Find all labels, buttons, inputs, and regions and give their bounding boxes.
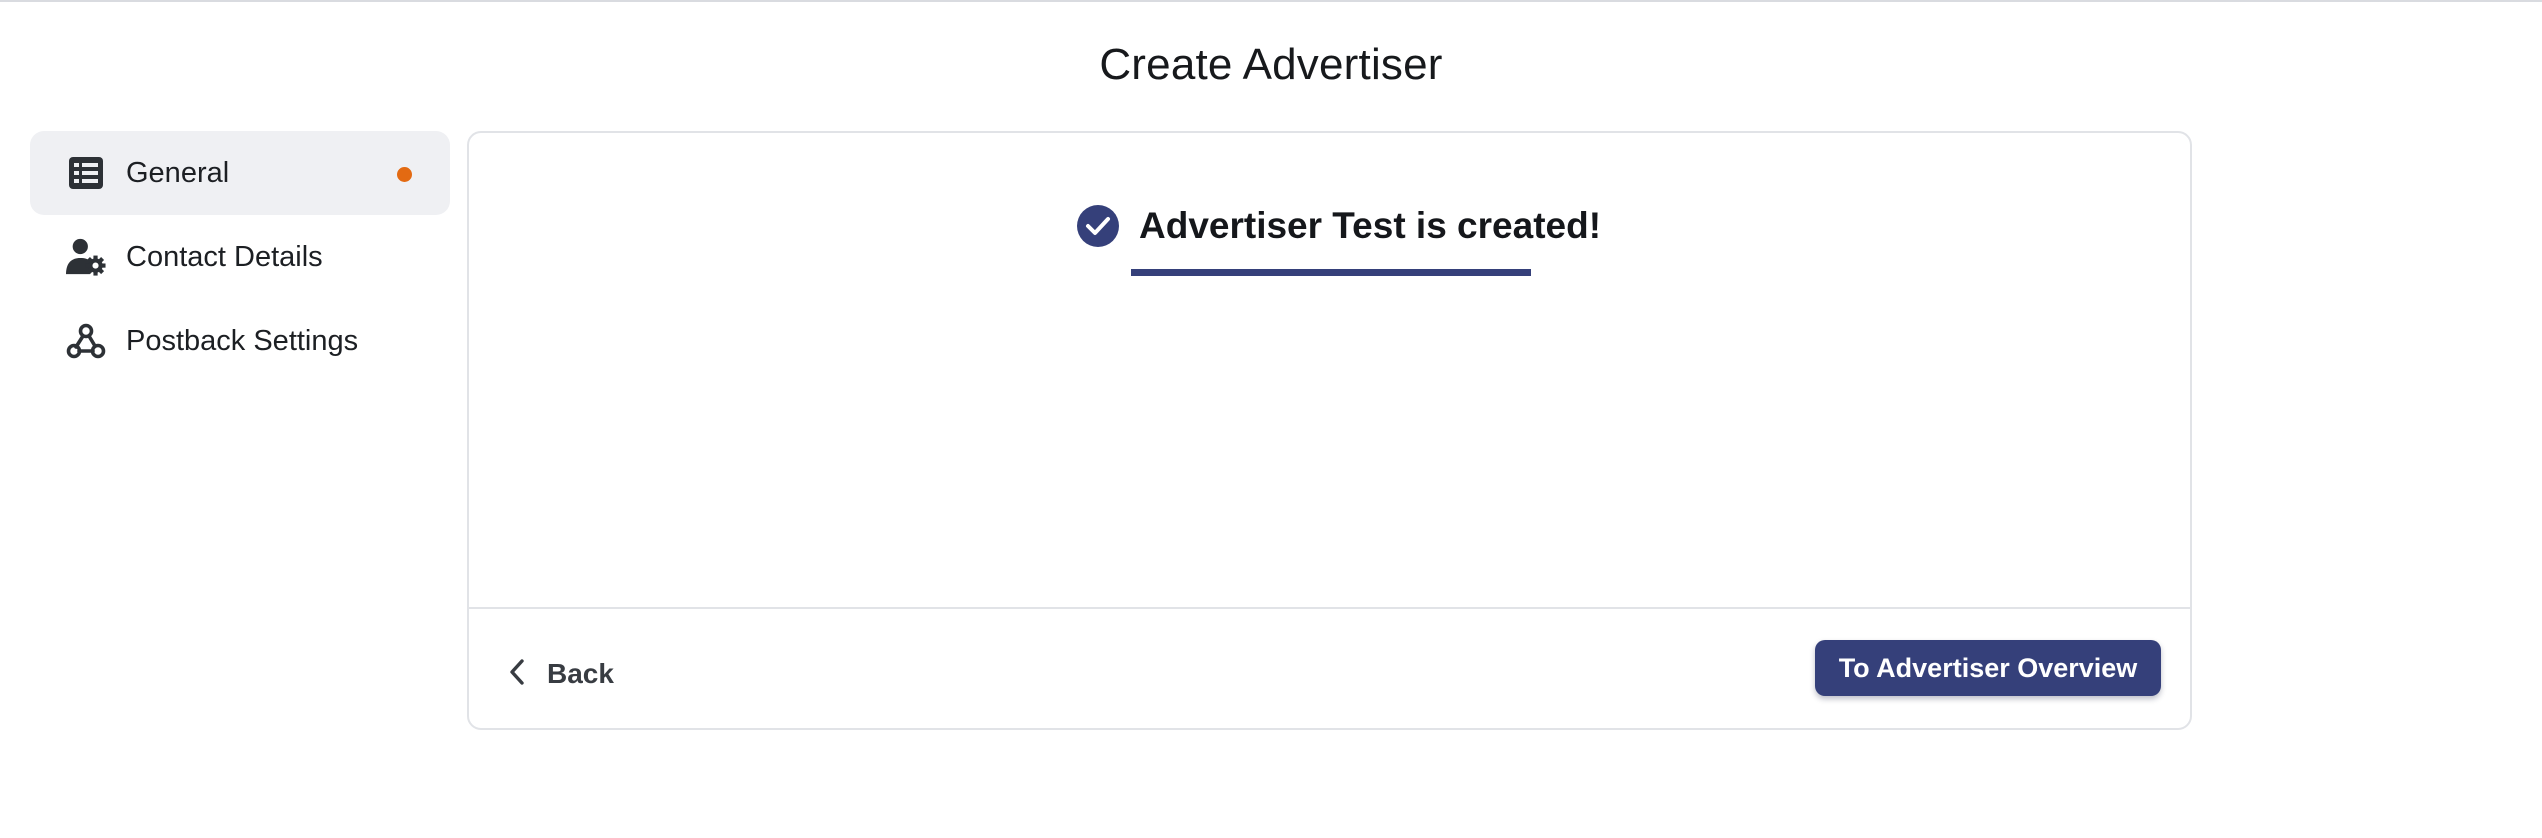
sidebar-nav: General Contact Details Postback Setting…: [30, 131, 450, 383]
to-advertiser-overview-button[interactable]: To Advertiser Overview: [1815, 640, 2161, 696]
sidebar-item-postback-settings[interactable]: Postback Settings: [30, 299, 450, 383]
progress-underline: [1131, 269, 1531, 276]
card-body: Advertiser Test is created!: [469, 133, 2190, 609]
check-circle-icon: [1077, 205, 1119, 247]
page-title: Create Advertiser: [1099, 40, 1443, 89]
back-button[interactable]: Back: [509, 649, 614, 699]
back-label: Back: [547, 658, 614, 689]
top-divider: [0, 0, 2542, 2]
success-text: Advertiser Test is created!: [1139, 205, 1602, 246]
sidebar-item-label: Postback Settings: [126, 324, 359, 357]
sidebar-item-label: General: [126, 156, 230, 189]
sidebar-item-label: Contact Details: [126, 240, 323, 273]
sidebar-item-contact-details[interactable]: Contact Details: [30, 215, 450, 299]
webhook-icon: [66, 321, 106, 361]
sidebar-item-general[interactable]: General: [30, 131, 450, 215]
list-icon: [66, 153, 106, 193]
unsaved-indicator-dot: [397, 167, 412, 182]
main-card: Advertiser Test is created! Back To Adve…: [467, 131, 2192, 730]
chevron-left-icon: [509, 658, 525, 690]
success-message: Advertiser Test is created!: [1077, 205, 1601, 247]
user-gear-icon: [66, 237, 106, 277]
